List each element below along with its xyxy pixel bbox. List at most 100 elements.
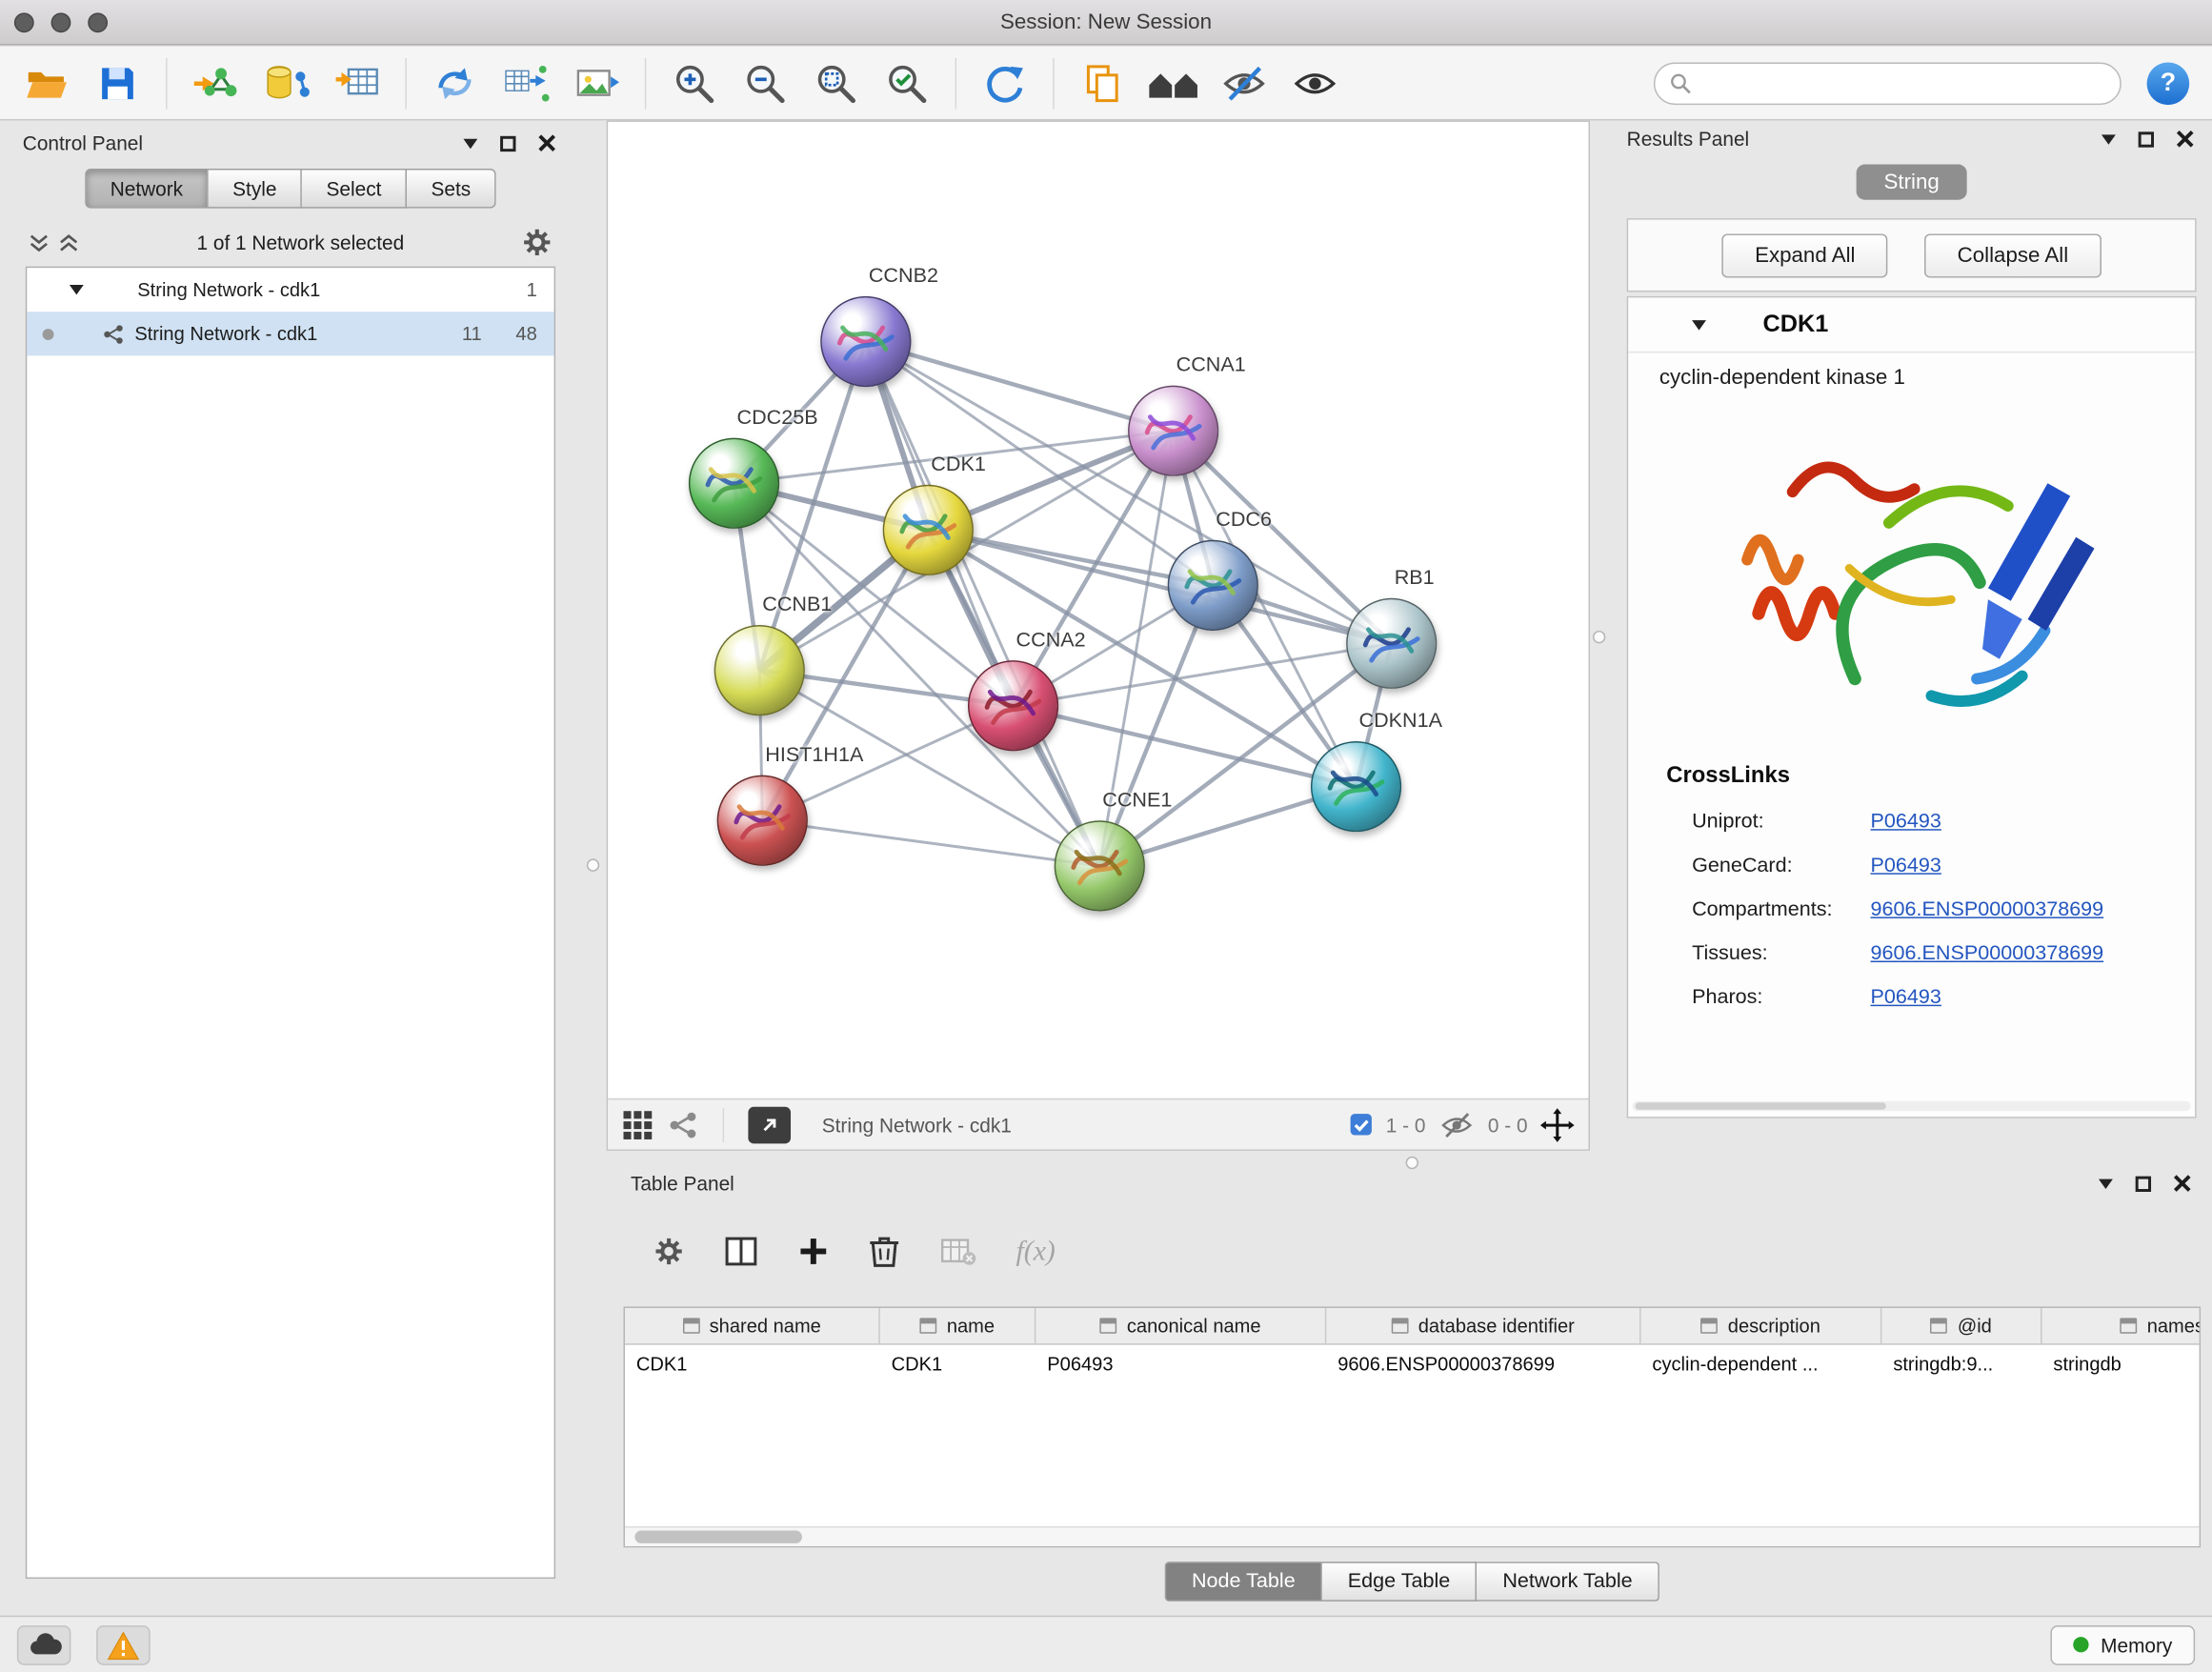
- maximize-window-button[interactable]: [88, 12, 108, 32]
- node-CDC6[interactable]: [1168, 540, 1258, 631]
- tab-network-table[interactable]: Network Table: [1478, 1561, 1659, 1601]
- node-RB1[interactable]: [1346, 598, 1437, 689]
- show-columns-icon[interactable]: [724, 1236, 758, 1267]
- crosslink-value-link[interactable]: 9606.ENSP00000378699: [1871, 897, 2104, 920]
- table-cell--id[interactable]: stringdb:9...: [1881, 1345, 2041, 1383]
- tab-sets[interactable]: Sets: [407, 169, 496, 209]
- detach-view-button[interactable]: [748, 1106, 791, 1143]
- tab-network[interactable]: Network: [85, 169, 209, 209]
- network-overview-button[interactable]: [1140, 53, 1205, 112]
- zoom-out-button[interactable]: [733, 53, 797, 112]
- copy-button[interactable]: [1070, 53, 1135, 112]
- tab-style[interactable]: Style: [209, 169, 302, 209]
- new-network-from-table-button[interactable]: [493, 53, 558, 112]
- network-row-selected[interactable]: String Network - cdk1 11 48: [27, 312, 553, 355]
- crosslink-value-link[interactable]: 9606.ENSP00000378699: [1871, 941, 2104, 964]
- column-header-shared-name[interactable]: shared name: [625, 1308, 880, 1343]
- panel-menu-icon[interactable]: [2099, 1178, 2113, 1188]
- minimize-window-button[interactable]: [51, 12, 71, 32]
- column-header-namespace[interactable]: namespace: [2042, 1308, 2202, 1343]
- expand-collapse-icon[interactable]: [70, 285, 84, 294]
- cloud-button[interactable]: [17, 1624, 71, 1664]
- table-cell-name[interactable]: CDK1: [880, 1345, 1036, 1383]
- edge-CCNB2-CCNE1[interactable]: [866, 341, 1099, 865]
- node-CCNA2[interactable]: [968, 660, 1058, 751]
- splitter-handle[interactable]: [587, 858, 599, 871]
- column-header-canonical-name[interactable]: canonical name: [1036, 1308, 1326, 1343]
- search-input[interactable]: [1701, 71, 2105, 94]
- table-horizontal-scrollbar[interactable]: [625, 1526, 2200, 1546]
- splitter-handle[interactable]: [1593, 631, 1605, 643]
- close-panel-icon[interactable]: [2174, 1175, 2191, 1192]
- clone-network-button[interactable]: [422, 53, 487, 112]
- table-cell-namespace[interactable]: stringdb: [2042, 1345, 2202, 1383]
- expand-all-icon[interactable]: [58, 232, 79, 252]
- tab-string[interactable]: String: [1857, 165, 1966, 200]
- node-CDK1[interactable]: [883, 485, 974, 575]
- table-cell-database-identifier[interactable]: 9606.ENSP00000378699: [1326, 1345, 1640, 1383]
- help-button[interactable]: ?: [2147, 62, 2190, 105]
- delete-table-icon[interactable]: [939, 1236, 976, 1267]
- crosslink-value-link[interactable]: P06493: [1871, 986, 1941, 1009]
- float-panel-icon[interactable]: [2139, 131, 2154, 147]
- crosslink-value-link[interactable]: P06493: [1871, 810, 1941, 833]
- expand-all-button[interactable]: Expand All: [1722, 233, 1888, 277]
- close-panel-icon[interactable]: [538, 134, 555, 151]
- table-cell-canonical-name[interactable]: P06493: [1036, 1345, 1326, 1383]
- table-settings-gear-icon[interactable]: [654, 1236, 685, 1267]
- node-CCNB1[interactable]: [714, 625, 805, 715]
- card-scrollbar-thumb[interactable]: [1636, 1102, 1887, 1109]
- node-CCNA1[interactable]: [1128, 386, 1218, 476]
- float-panel-icon[interactable]: [500, 135, 515, 151]
- tab-select[interactable]: Select: [302, 169, 407, 209]
- open-session-button[interactable]: [14, 53, 79, 112]
- collapse-all-button[interactable]: Collapse All: [1924, 233, 2101, 277]
- splitter-handle[interactable]: [1406, 1157, 1418, 1169]
- zoom-fit-button[interactable]: [803, 53, 868, 112]
- column-header--id[interactable]: @id: [1881, 1308, 2041, 1343]
- tab-node-table[interactable]: Node Table: [1165, 1561, 1322, 1601]
- node-CDKN1A[interactable]: [1311, 741, 1401, 832]
- selected-checkbox-icon[interactable]: [1349, 1113, 1373, 1137]
- function-builder-icon[interactable]: f(x): [1016, 1235, 1056, 1267]
- refresh-layout-button[interactable]: [972, 53, 1036, 112]
- column-header-description[interactable]: description: [1641, 1308, 1882, 1343]
- pan-crosshair-icon[interactable]: [1540, 1107, 1575, 1141]
- edge-CCNB2-CCNB1[interactable]: [759, 341, 866, 670]
- table-cell-shared-name[interactable]: CDK1: [625, 1345, 880, 1383]
- table-cell-description[interactable]: cyclin-dependent ...: [1641, 1345, 1882, 1383]
- column-header-name[interactable]: name: [880, 1308, 1036, 1343]
- delete-column-trash-icon[interactable]: [869, 1235, 900, 1269]
- search-box[interactable]: [1654, 62, 2122, 105]
- zoom-in-button[interactable]: [662, 53, 727, 112]
- node-CCNE1[interactable]: [1055, 820, 1145, 911]
- warnings-button[interactable]: [96, 1624, 151, 1664]
- add-column-plus-icon[interactable]: [797, 1236, 829, 1267]
- import-network-from-file-button[interactable]: [183, 53, 248, 112]
- hidden-eye-slash-icon[interactable]: [1438, 1109, 1476, 1140]
- collapse-all-icon[interactable]: [29, 232, 50, 252]
- export-image-button[interactable]: [564, 53, 629, 112]
- close-window-button[interactable]: [14, 12, 34, 32]
- crosslink-value-link[interactable]: P06493: [1871, 854, 1941, 876]
- gear-icon[interactable]: [521, 227, 553, 258]
- protein-card-header[interactable]: CDK1: [1628, 297, 2195, 353]
- edge-CCNE1-HIST1H1A[interactable]: [762, 820, 1099, 866]
- collapse-section-icon[interactable]: [1692, 319, 1706, 329]
- tab-edge-table[interactable]: Edge Table: [1322, 1561, 1478, 1601]
- scrollbar-thumb[interactable]: [634, 1531, 802, 1543]
- hide-selected-button[interactable]: [1212, 53, 1277, 112]
- show-all-button[interactable]: [1282, 53, 1347, 112]
- network-share-icon[interactable]: [668, 1109, 699, 1140]
- card-scrollbar[interactable]: [1633, 1101, 2191, 1111]
- zoom-selected-button[interactable]: [875, 53, 939, 112]
- column-header-database-identifier[interactable]: database identifier: [1326, 1308, 1640, 1343]
- node-HIST1H1A[interactable]: [717, 776, 808, 866]
- panel-menu-icon[interactable]: [463, 138, 477, 148]
- close-panel-icon[interactable]: [2177, 131, 2194, 148]
- network-canvas[interactable]: CCNB2CCNA1CDC25BCDK1CDC6RB1CCNB1CCNA2CDK…: [608, 122, 1588, 1098]
- float-panel-icon[interactable]: [2136, 1176, 2151, 1191]
- node-CDC25B[interactable]: [689, 438, 779, 529]
- panel-menu-icon[interactable]: [2101, 134, 2116, 144]
- import-table-from-file-button[interactable]: [325, 53, 390, 112]
